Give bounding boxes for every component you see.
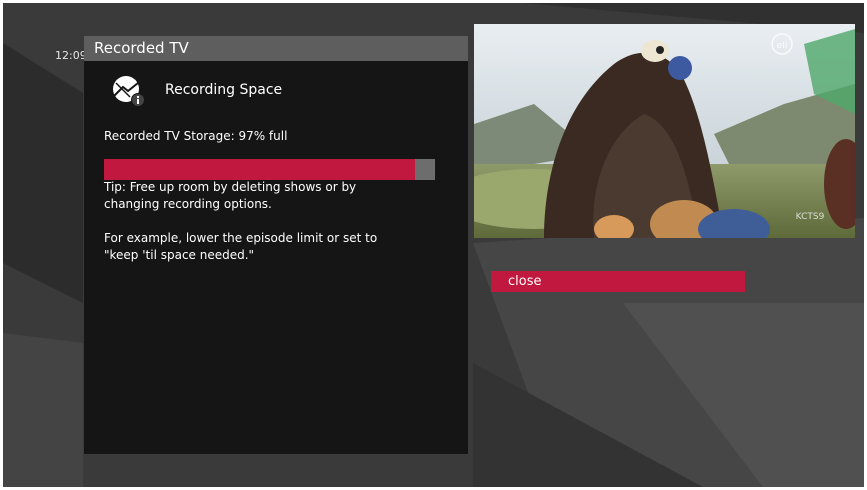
storage-progress-fill [104, 159, 416, 180]
recording-space-heading: Recording Space [165, 82, 283, 98]
close-button-label: close [508, 274, 542, 289]
tip-text: Tip: Free up room by deleting shows or b… [104, 180, 357, 211]
storage-status-text: Recorded TV Storage: 97% full [104, 129, 288, 143]
storage-progress-bar [104, 159, 435, 180]
recording-space-info-icon [113, 76, 145, 107]
channel-watermark: KCTS9 [796, 212, 825, 222]
svg-text:eII: eII [777, 41, 788, 51]
example-text: For example, lower the episode limit or … [104, 231, 378, 262]
panel-title: Recorded TV [94, 39, 189, 57]
close-button[interactable]: close [491, 271, 745, 292]
clock: 12:09 [55, 49, 87, 62]
video-preview: eII KCTS9 [474, 24, 855, 238]
